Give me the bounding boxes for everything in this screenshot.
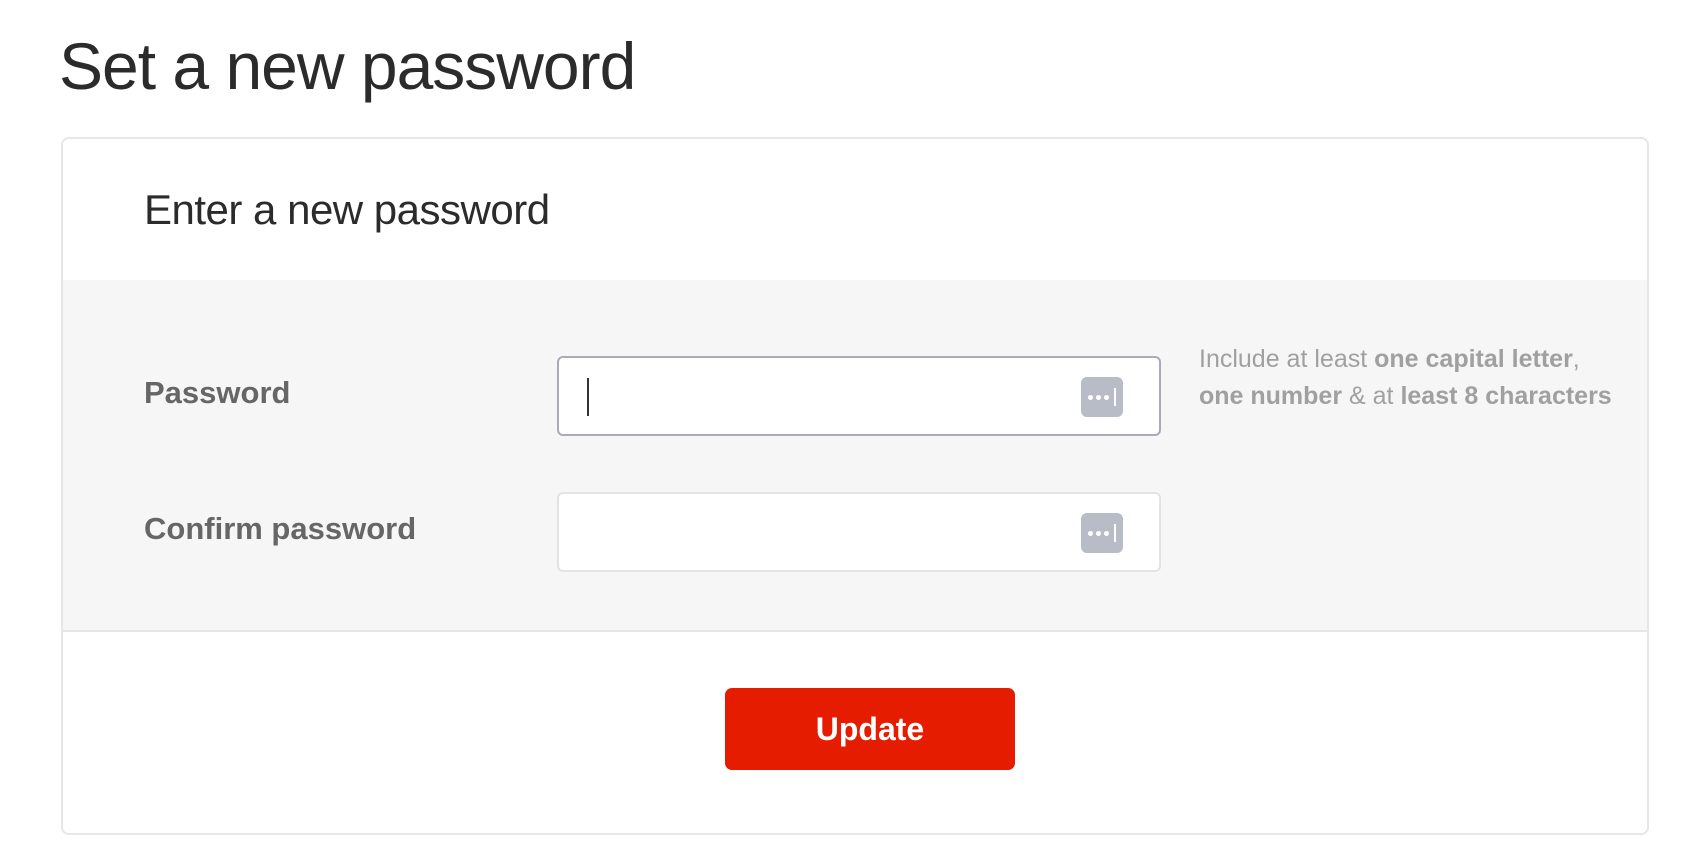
password-manager-key-icon[interactable] — [1081, 377, 1123, 417]
hint-emphasis: least 8 characters — [1400, 382, 1612, 410]
card-header-title: Enter a new password — [144, 186, 550, 233]
text-cursor — [587, 378, 589, 416]
hint-emphasis: one number — [1199, 382, 1343, 410]
update-button[interactable]: Update — [725, 688, 1015, 770]
password-manager-key-icon[interactable] — [1081, 513, 1123, 553]
password-label: Password — [144, 375, 291, 410]
hint-emphasis: one capital letter — [1374, 345, 1573, 373]
confirm-password-label: Confirm password — [144, 511, 417, 546]
hint-text: Include at least — [1199, 345, 1375, 373]
card-footer: Update — [63, 632, 1647, 833]
password-card: Enter a new password Password Include at… — [61, 137, 1649, 835]
hint-text: , — [1572, 345, 1580, 373]
password-field[interactable] — [557, 356, 1161, 436]
form-panel — [63, 280, 1647, 632]
password-requirements-hint: Include at least one capital letter, one… — [1199, 341, 1619, 415]
card-header: Enter a new password — [63, 139, 1647, 280]
page: Set a new password Enter a new password … — [0, 0, 1690, 866]
page-title: Set a new password — [59, 29, 636, 103]
hint-text: & at — [1342, 382, 1401, 410]
confirm-password-field[interactable] — [557, 492, 1161, 572]
